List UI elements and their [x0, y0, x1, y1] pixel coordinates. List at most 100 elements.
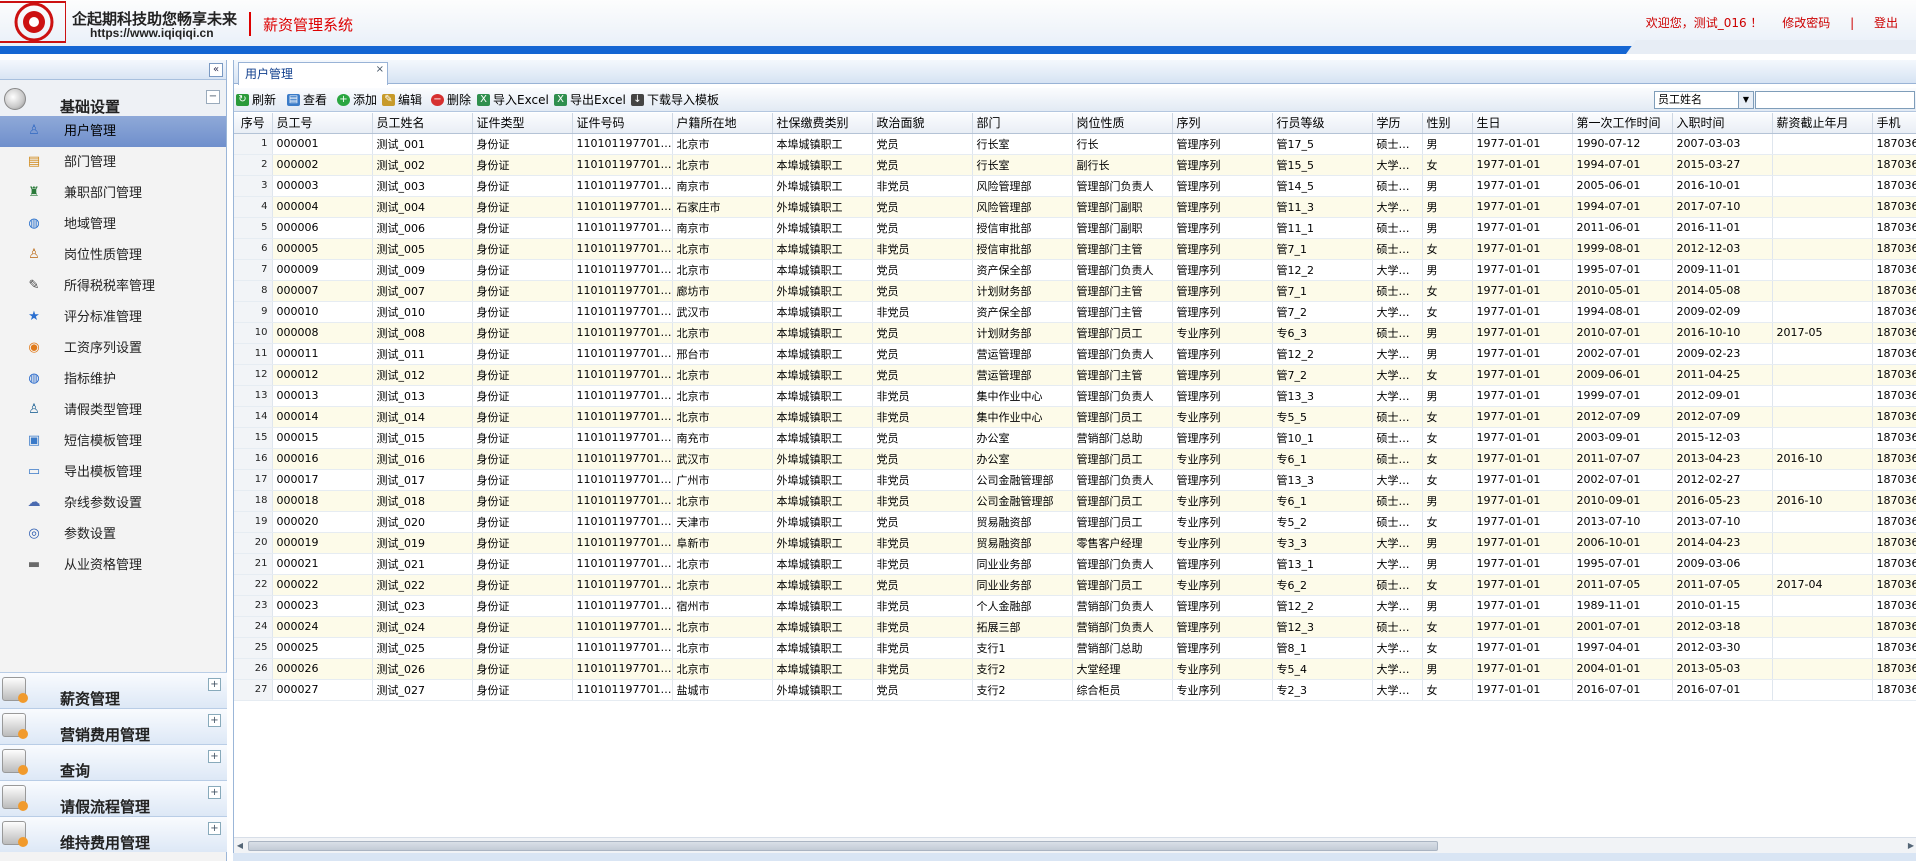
table-row[interactable]: 21 000021 测试_021 身份证 1101011977010… 北京市 本埠城镇职工…	[234, 553, 1916, 575]
table-cell: 187036	[1872, 532, 1916, 554]
table-row[interactable]: 25 000025 测试_025 身份证 1101011977010… 北京市 本埠城镇职工…	[234, 637, 1916, 659]
expand-group-icon[interactable]: +	[208, 714, 221, 727]
sidebar-item-0[interactable]: ♙ 用户管理	[0, 116, 226, 147]
sidebar-group-4[interactable]: 维持费用管理 +	[0, 816, 227, 852]
tab-user-management[interactable]: 用户管理 ×	[238, 62, 388, 85]
column-header[interactable]: 入职时间	[1672, 113, 1773, 134]
sidebar-item-1[interactable]: ▤ 部门管理	[0, 147, 226, 178]
scroll-left-icon[interactable]: ◀	[234, 840, 246, 852]
table-row[interactable]: 2 000002 测试_002 身份证 1101011977010… 北京市 本埠城镇职工党…	[234, 154, 1916, 176]
sidebar-item-6[interactable]: ★ 评分标准管理	[0, 302, 226, 333]
search-field-select[interactable]: 员工姓名 ▼	[1654, 91, 1754, 109]
table-row[interactable]: 8 000007 测试_007 身份证 1101011977010… 廊坊市 外埠城镇职工党…	[234, 280, 1916, 302]
column-header[interactable]: 薪资截止年月	[1772, 113, 1873, 134]
table-cell: 党员	[872, 259, 973, 281]
expand-group-icon[interactable]: +	[208, 678, 221, 691]
delete-button[interactable]: − 删除	[431, 92, 471, 108]
sidebar-group-1[interactable]: 营销费用管理 +	[0, 708, 227, 744]
change-password-link[interactable]: 修改密码	[1782, 16, 1830, 30]
column-header[interactable]: 户籍所在地	[672, 113, 773, 134]
collapse-group-icon[interactable]: −	[206, 90, 220, 104]
table-row[interactable]: 16 000016 测试_016 身份证 1101011977010… 武汉市 外埠城镇职工…	[234, 448, 1916, 470]
table-row[interactable]: 19 000020 测试_020 身份证 1101011977010… 天津市 外埠城镇职工…	[234, 511, 1916, 533]
table-row[interactable]: 12 000012 测试_012 身份证 1101011977010… 北京市 本埠城镇职工…	[234, 364, 1916, 386]
table-row[interactable]: 3 000003 测试_003 身份证 1101011977010… 南京市 外埠城镇职工非…	[234, 175, 1916, 197]
table-row[interactable]: 22 000022 测试_022 身份证 1101011977010… 北京市 本埠城镇职工…	[234, 574, 1916, 596]
edit-button[interactable]: ✎ 编辑	[382, 92, 422, 108]
scrollbar-thumb[interactable]	[248, 841, 1438, 851]
sidebar-item-7[interactable]: ◉ 工资序列设置	[0, 333, 226, 364]
logout-link[interactable]: 登出	[1874, 16, 1898, 30]
table-row[interactable]: 1 000001 测试_001 身份证 1101011977010… 北京市 本埠城镇职工党…	[234, 133, 1916, 155]
column-header[interactable]: 生日	[1472, 113, 1573, 134]
sidebar-item-9[interactable]: ♙ 请假类型管理	[0, 395, 226, 426]
table-cell	[1772, 658, 1873, 680]
table-row[interactable]: 13 000013 测试_013 身份证 1101011977010… 北京市 本埠城镇职工…	[234, 385, 1916, 407]
table-row[interactable]: 27 000027 测试_027 身份证 1101011977010… 盐城市 外埠城镇职工…	[234, 679, 1916, 701]
expand-group-icon[interactable]: +	[208, 786, 221, 799]
column-header[interactable]: 员工姓名	[372, 113, 473, 134]
column-header[interactable]: 政治面貌	[872, 113, 973, 134]
close-tab-icon[interactable]: ×	[376, 64, 384, 76]
sidebar-group-basic-settings[interactable]: 基础设置 −	[0, 80, 226, 116]
collapse-sidebar-button[interactable]: «	[209, 63, 223, 77]
column-header[interactable]: 第一次工作时间	[1572, 113, 1673, 134]
table-row[interactable]: 18 000018 测试_018 身份证 1101011977010… 北京市 本埠城镇职工…	[234, 490, 1916, 512]
table-row[interactable]: 6 000005 测试_005 身份证 1101011977010… 北京市 本埠城镇职工非…	[234, 238, 1916, 260]
sidebar-item-8[interactable]: ◍ 指标维护	[0, 364, 226, 395]
column-header[interactable]: 性别	[1422, 113, 1473, 134]
sidebar-item-10[interactable]: ▣ 短信模板管理	[0, 426, 226, 457]
column-header[interactable]: 部门	[972, 113, 1073, 134]
column-header[interactable]: 员工号	[272, 113, 373, 134]
table-row[interactable]: 5 000006 测试_006 身份证 1101011977010… 南京市 外埠城镇职工党…	[234, 217, 1916, 239]
table-row[interactable]: 9 000010 测试_010 身份证 1101011977010… 武汉市 本埠城镇职工非…	[234, 301, 1916, 323]
pen-icon: ✎	[28, 278, 40, 293]
sidebar-group-3[interactable]: 请假流程管理 +	[0, 780, 227, 816]
table-row[interactable]: 23 000023 测试_023 身份证 1101011977010… 宿州市 本埠城镇职工…	[234, 595, 1916, 617]
sidebar-item-3[interactable]: ◍ 地域管理	[0, 209, 226, 240]
sidebar-item-11[interactable]: ▭ 导出模板管理	[0, 457, 226, 488]
export-excel-button[interactable]: X 导出Excel	[554, 92, 626, 108]
table-row[interactable]: 24 000024 测试_024 身份证 1101011977010… 北京市 本埠城镇职工…	[234, 616, 1916, 638]
table-row[interactable]: 17 000017 测试_017 身份证 1101011977010… 广州市 外埠城镇职工…	[234, 469, 1916, 491]
sidebar-item-14[interactable]: ▬ 从业资格管理	[0, 550, 226, 581]
column-header[interactable]: 序号	[234, 113, 273, 134]
search-input[interactable]	[1755, 91, 1915, 109]
table-row[interactable]: 7 000009 测试_009 身份证 1101011977010… 北京市 本埠城镇职工党…	[234, 259, 1916, 281]
column-header[interactable]: 序列	[1172, 113, 1273, 134]
column-header[interactable]: 证件类型	[472, 113, 573, 134]
sidebar-item-4[interactable]: ♙ 岗位性质管理	[0, 240, 226, 271]
column-header[interactable]: 手机	[1872, 113, 1916, 134]
table-cell: 管理序列	[1172, 217, 1273, 239]
sidebar-item-2[interactable]: ♜ 兼职部门管理	[0, 178, 226, 209]
import-excel-button[interactable]: X 导入Excel	[477, 92, 549, 108]
expand-group-icon[interactable]: +	[208, 750, 221, 763]
table-row[interactable]: 4 000004 测试_004 身份证 1101011977010… 石家庄市 外埠城镇职工…	[234, 196, 1916, 218]
download-template-button[interactable]: ↓ 下载导入模板	[631, 92, 719, 108]
table-row[interactable]: 14 000014 测试_014 身份证 1101011977010… 北京市 本埠城镇职工…	[234, 406, 1916, 428]
sidebar-item-13[interactable]: ◎ 参数设置	[0, 519, 226, 550]
sidebar-group-2[interactable]: 查询 +	[0, 744, 227, 780]
column-header[interactable]: 证件号码	[572, 113, 673, 134]
add-button[interactable]: + 添加	[337, 92, 377, 108]
table-row[interactable]: 26 000026 测试_026 身份证 1101011977010… 北京市 本埠城镇职工…	[234, 658, 1916, 680]
refresh-button[interactable]: ↻ 刷新	[236, 92, 276, 108]
scroll-right-icon[interactable]: ▶	[1905, 840, 1916, 852]
table-cell: 硕士…	[1372, 133, 1423, 155]
expand-group-icon[interactable]: +	[208, 822, 221, 835]
table-row[interactable]: 20 000019 测试_019 身份证 1101011977010… 阜新市 外埠城镇职工…	[234, 532, 1916, 554]
table-row[interactable]: 10 000008 测试_008 身份证 1101011977010… 北京市 本埠城镇职工…	[234, 322, 1916, 344]
sidebar-group-0[interactable]: 薪资管理 +	[0, 672, 227, 708]
horizontal-scrollbar[interactable]: ◀ ▶	[234, 837, 1916, 853]
table-cell: 风险管理部	[972, 196, 1073, 218]
table-row[interactable]: 15 000015 测试_015 身份证 1101011977010… 南充市 本埠城镇职工…	[234, 427, 1916, 449]
sidebar-item-5[interactable]: ✎ 所得税税率管理	[0, 271, 226, 302]
column-header[interactable]: 行员等级	[1272, 113, 1373, 134]
table-row[interactable]: 11 000011 测试_011 身份证 1101011977010… 邢台市 本埠城镇职工…	[234, 343, 1916, 365]
column-header[interactable]: 社保缴费类别	[772, 113, 873, 134]
view-button[interactable]: ▤ 查看	[287, 92, 327, 108]
column-header[interactable]: 学历	[1372, 113, 1423, 134]
chevron-down-icon[interactable]: ▼	[1738, 92, 1753, 108]
sidebar-item-12[interactable]: ☁ 杂线参数设置	[0, 488, 226, 519]
column-header[interactable]: 岗位性质	[1072, 113, 1173, 134]
